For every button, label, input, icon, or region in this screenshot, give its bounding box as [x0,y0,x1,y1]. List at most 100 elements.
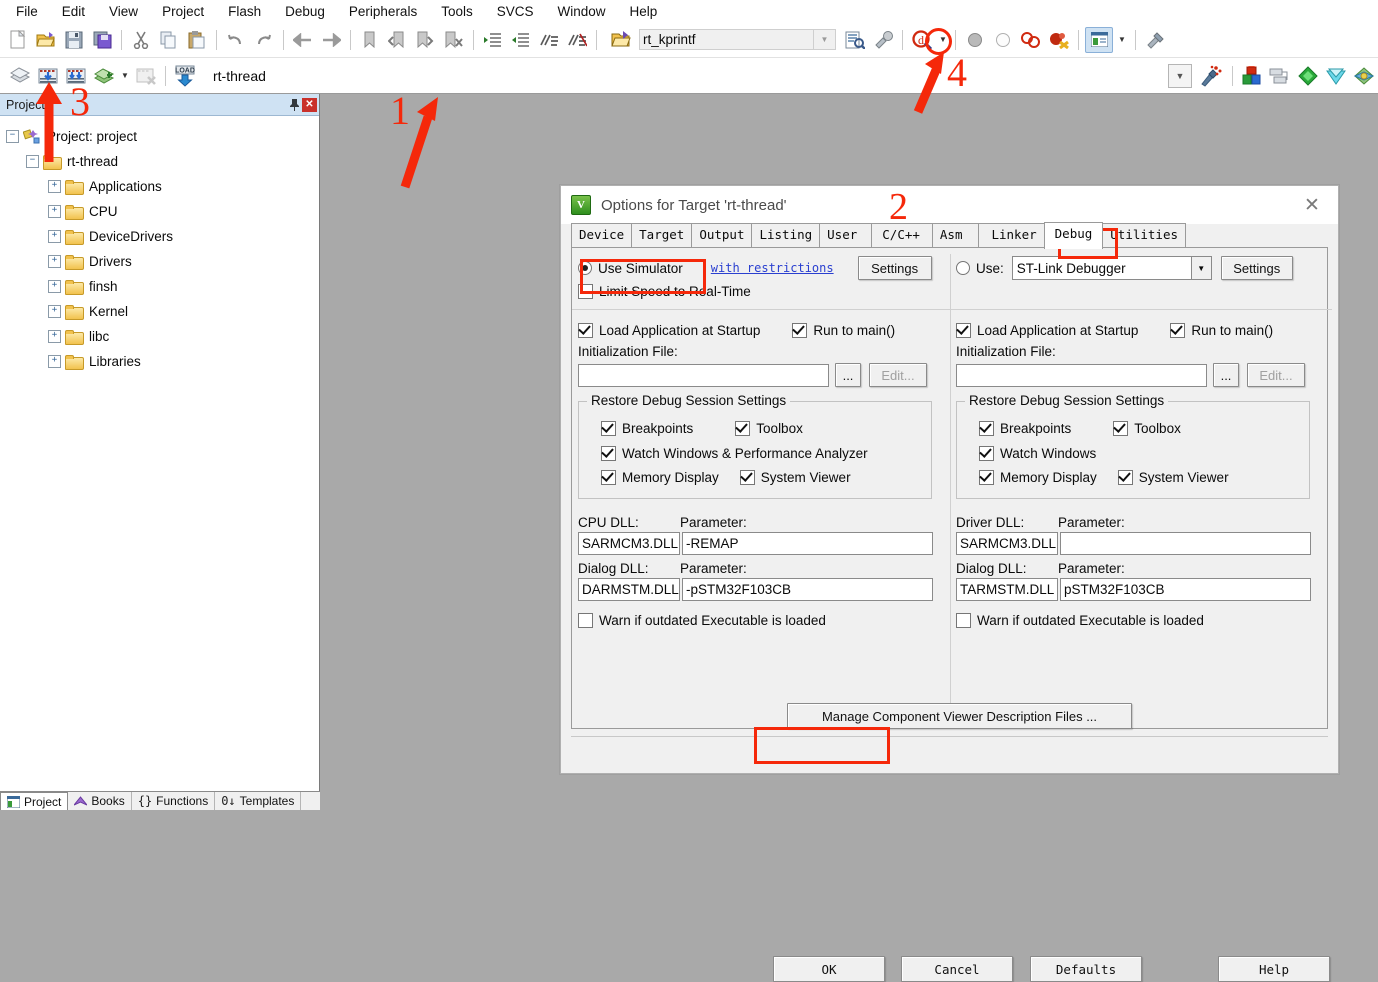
debugger-settings-button[interactable]: Settings [1221,256,1293,280]
expander-icon[interactable]: + [48,280,61,293]
tree-item-libc[interactable]: + libc [6,324,319,349]
menu-item-edit[interactable]: Edit [50,2,97,21]
stop-build-icon[interactable] [133,63,159,89]
initialization-file-input[interactable] [956,364,1207,387]
save-icon[interactable] [61,27,87,53]
cancel-button[interactable]: Cancel [901,956,1013,982]
cpu-dll-input[interactable]: SARMCM3.DLL [578,532,680,555]
edit-button[interactable]: Edit... [869,363,927,387]
start-debug-icon[interactable]: d [909,27,935,53]
edit-button[interactable]: Edit... [1247,363,1305,387]
rebuild-icon[interactable] [63,63,89,89]
bookmark-toggle-icon[interactable] [357,27,383,53]
svn-update-icon[interactable] [1323,63,1349,89]
build-icon[interactable] [35,63,61,89]
driver-dll-input[interactable]: SARMCM3.DLL [956,532,1058,555]
load-application-checkbox[interactable] [578,323,593,338]
kill-all-breakpoints-icon[interactable] [1018,27,1044,53]
batch-build-icon[interactable] [91,63,117,89]
multi-project-icon[interactable] [1267,63,1293,89]
find-in-files-icon[interactable] [842,27,868,53]
manage-component-viewer-button[interactable]: Manage Component Viewer Description File… [787,703,1132,729]
menu-item-tools[interactable]: Tools [429,2,485,21]
tree-item-cpu[interactable]: + CPU [6,199,319,224]
tree-item-drivers[interactable]: + Drivers [6,249,319,274]
tree-item-finsh[interactable]: + finsh [6,274,319,299]
tree-item-applications[interactable]: + Applications [6,174,319,199]
browse-button[interactable]: ... [835,363,861,387]
translate-icon[interactable] [7,63,33,89]
tab-listing[interactable]: Listing [751,223,820,248]
help-button[interactable]: Help [1218,956,1330,982]
save-all-icon[interactable] [89,27,115,53]
expander-icon[interactable]: + [48,305,61,318]
svn-commit-icon[interactable] [1295,63,1321,89]
toolbox-checkbox[interactable] [735,421,750,436]
watch-windows-checkbox[interactable] [601,446,616,461]
tab-templates[interactable]: 0↓ Templates [215,792,301,810]
redo-icon[interactable] [251,27,277,53]
new-file-icon[interactable] [5,27,31,53]
disable-breakpoint-icon[interactable] [990,27,1016,53]
expander-icon[interactable]: + [48,330,61,343]
target-dropdown-icon[interactable]: ▼ [1168,64,1192,88]
close-icon[interactable]: ✕ [302,98,317,112]
use-simulator-radio[interactable] [578,261,592,275]
navigate-forward-icon[interactable] [318,27,344,53]
tab-cpp[interactable]: C/C++ [871,223,933,248]
indent-icon[interactable] [480,27,506,53]
tab-project[interactable]: Project [0,792,68,810]
menu-item-window[interactable]: Window [545,2,617,21]
download-icon[interactable]: LOAD [172,63,198,89]
outdent-icon[interactable] [508,27,534,53]
expander-icon[interactable]: + [48,355,61,368]
dialog-dll-input[interactable]: TARMSTM.DLL [956,578,1058,601]
breakpoints-checkbox[interactable] [601,421,616,436]
simulator-settings-button[interactable]: Settings [858,256,932,280]
cpu-parameter-input[interactable]: -REMAP [682,532,933,555]
run-to-main-checkbox[interactable] [792,323,807,338]
batch-build-dropdown-icon[interactable]: ▼ [119,63,131,89]
tab-books[interactable]: Books [68,792,131,810]
dialog-dll-input[interactable]: DARMSTM.DLL [578,578,680,601]
limit-speed-checkbox[interactable] [578,284,593,299]
menu-item-flash[interactable]: Flash [216,2,273,21]
bookmark-prev-icon[interactable] [385,27,411,53]
expander-icon[interactable]: + [48,230,61,243]
tab-output[interactable]: Output [691,223,752,248]
cut-icon[interactable] [128,27,154,53]
menu-item-svcs[interactable]: SVCS [485,2,546,21]
pack-installer-icon[interactable] [1351,63,1377,89]
tree-item-kernel[interactable]: + Kernel [6,299,319,324]
expander-icon[interactable]: − [26,155,39,168]
memory-display-checkbox[interactable] [979,470,994,485]
menu-item-file[interactable]: File [4,2,50,21]
system-viewer-checkbox[interactable] [1118,470,1133,485]
expander-icon[interactable]: + [48,255,61,268]
watch-windows-checkbox[interactable] [979,446,994,461]
comment-icon[interactable] [536,27,562,53]
tree-item-devicedrivers[interactable]: + DeviceDrivers [6,224,319,249]
tab-debug[interactable]: Debug [1044,222,1104,249]
system-viewer-checkbox[interactable] [740,470,755,485]
bookmark-clear-icon[interactable] [441,27,467,53]
tab-utilities[interactable]: Utilities [1102,223,1186,248]
tab-device[interactable]: Device [571,223,632,248]
toolbox-checkbox[interactable] [1113,421,1128,436]
open-document-icon[interactable] [608,27,634,53]
expander-icon[interactable]: − [6,130,19,143]
with-restrictions-link[interactable]: with restrictions [711,261,834,275]
tab-user[interactable]: User [819,223,872,248]
load-application-checkbox[interactable] [956,323,971,338]
chevron-down-icon[interactable]: ▼ [1191,257,1211,279]
disable-all-breakpoints-icon[interactable] [1046,27,1072,53]
paste-icon[interactable] [184,27,210,53]
bookmark-next-icon[interactable] [413,27,439,53]
tree-item-libraries[interactable]: + Libraries [6,349,319,374]
warn-outdated-checkbox[interactable] [956,613,971,628]
initialization-file-input[interactable] [578,364,829,387]
project-window-dropdown-icon[interactable]: ▼ [1115,27,1129,53]
customize-icon[interactable] [1142,27,1168,53]
copy-icon[interactable] [156,27,182,53]
tree-item-project[interactable]: − Project: project [6,124,319,149]
